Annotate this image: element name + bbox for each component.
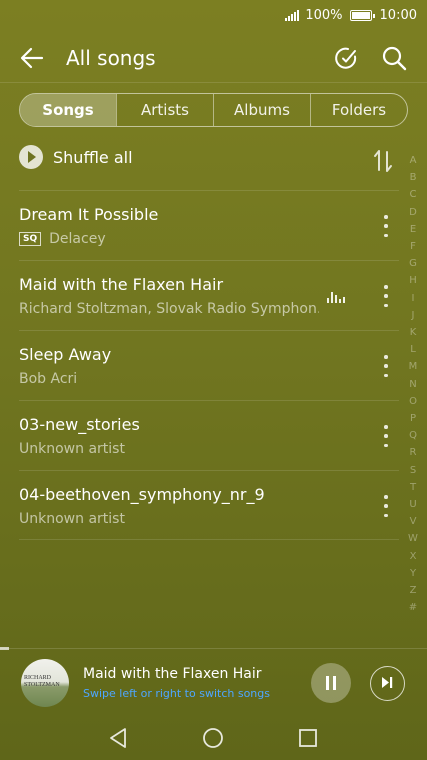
song-title: Maid with the Flaxen Hair <box>19 275 224 294</box>
song-artist-line: Bob Acri <box>19 371 77 387</box>
song-title: Sleep Away <box>19 345 112 364</box>
now-playing-title: Maid with the Flaxen Hair <box>83 666 262 682</box>
song-artist: Unknown artist <box>19 511 125 527</box>
category-tabs: Songs Artists Albums Folders <box>19 93 408 127</box>
nav-back-icon[interactable] <box>110 728 126 748</box>
nav-recents-icon[interactable] <box>299 729 317 747</box>
index-letter[interactable]: G <box>409 255 417 272</box>
clock: 10:00 <box>379 7 417 23</box>
song-artist: Richard Stoltzman, Slovak Radio Symphon… <box>19 301 319 317</box>
shuffle-all-label: Shuffle all <box>53 147 133 167</box>
more-vert-icon[interactable] <box>383 285 389 307</box>
index-letter[interactable]: T <box>410 479 416 496</box>
song-row[interactable]: 03-new_stories Unknown artist <box>19 400 399 470</box>
song-title: 03-new_stories <box>19 415 140 434</box>
nav-home-icon[interactable] <box>203 728 223 748</box>
pause-icon <box>326 676 329 690</box>
song-artist: Bob Acri <box>19 371 78 387</box>
song-list: Dream It Possible SQ Delacey Maid with t… <box>19 190 399 540</box>
index-letter[interactable]: R <box>410 444 417 461</box>
index-letter[interactable]: B <box>410 169 417 186</box>
search-icon[interactable] <box>380 44 408 72</box>
song-artist-line: SQ Delacey <box>19 231 106 247</box>
index-letter[interactable]: Z <box>410 582 417 599</box>
player-divider <box>0 648 427 649</box>
song-title: Dream It Possible <box>19 205 159 224</box>
more-vert-icon[interactable] <box>383 355 389 377</box>
song-artist-line: Richard Stoltzman, Slovak Radio Symphon… <box>19 301 319 317</box>
song-row[interactable]: Sleep Away Bob Acri <box>19 330 399 400</box>
index-letter[interactable]: V <box>410 513 417 530</box>
back-arrow-icon[interactable] <box>18 44 46 72</box>
song-artist-line: Unknown artist <box>19 441 125 457</box>
song-artist-line: Unknown artist <box>19 511 125 527</box>
more-vert-icon[interactable] <box>383 425 389 447</box>
next-button[interactable] <box>370 666 405 701</box>
equalizer-icon <box>327 291 345 303</box>
index-letter[interactable]: K <box>410 324 417 341</box>
index-letter[interactable]: M <box>409 358 418 375</box>
album-art-text: RICHARD STOLTZMAN <box>24 675 60 688</box>
battery-percent: 100% <box>305 7 343 23</box>
index-letter[interactable]: W <box>408 530 418 547</box>
song-artist: Unknown artist <box>19 441 125 457</box>
index-letter[interactable]: P <box>410 410 416 427</box>
shuffle-all-button[interactable]: Shuffle all <box>19 143 133 171</box>
signal-icon <box>285 9 300 21</box>
more-vert-icon[interactable] <box>383 215 389 237</box>
index-letter[interactable]: # <box>409 599 417 616</box>
edit-icon[interactable] <box>333 45 359 71</box>
play-icon <box>19 145 43 169</box>
index-letter[interactable]: Y <box>410 565 416 582</box>
battery-icon <box>349 9 375 21</box>
tab-folders[interactable]: Folders <box>310 94 407 126</box>
more-vert-icon[interactable] <box>383 495 389 517</box>
tab-artists[interactable]: Artists <box>116 94 213 126</box>
index-letter[interactable]: A <box>410 152 417 169</box>
index-letter[interactable]: E <box>410 221 416 238</box>
index-letter[interactable]: F <box>410 238 416 255</box>
swipe-hint: Swipe left or right to switch songs <box>83 687 270 700</box>
page-title: All songs <box>66 46 156 70</box>
index-letter[interactable]: S <box>410 462 416 479</box>
tab-albums[interactable]: Albums <box>213 94 310 126</box>
index-letter[interactable]: Q <box>409 427 417 444</box>
index-letter[interactable]: U <box>409 496 416 513</box>
song-artist: Delacey <box>49 231 106 247</box>
index-letter[interactable]: O <box>409 393 417 410</box>
alphabet-index[interactable]: A B C D E F G H I J K L M N O P Q R S T U V W X Y Z # <box>405 152 421 616</box>
sq-badge: SQ <box>19 232 42 246</box>
app-bar: All songs <box>0 38 427 78</box>
index-letter[interactable]: L <box>410 341 416 358</box>
index-letter[interactable]: N <box>409 376 416 393</box>
index-letter[interactable]: D <box>409 204 417 221</box>
header-divider <box>0 82 427 83</box>
album-art[interactable]: RICHARD STOLTZMAN <box>21 659 69 707</box>
mini-player[interactable]: RICHARD STOLTZMAN Maid with the Flaxen H… <box>0 650 427 718</box>
index-letter[interactable]: X <box>410 548 417 565</box>
song-title: 04-beethoven_symphony_nr_9 <box>19 485 265 504</box>
index-letter[interactable]: C <box>410 186 417 203</box>
status-bar: 100% 10:00 <box>0 0 427 30</box>
song-row[interactable]: Dream It Possible SQ Delacey <box>19 190 399 260</box>
index-letter[interactable]: H <box>409 272 417 289</box>
song-row[interactable]: Maid with the Flaxen Hair Richard Stoltz… <box>19 260 399 330</box>
sort-icon[interactable] <box>372 148 394 174</box>
song-row[interactable]: 04-beethoven_symphony_nr_9 Unknown artis… <box>19 470 399 540</box>
pause-button[interactable] <box>311 663 351 703</box>
index-letter[interactable]: J <box>412 307 415 324</box>
tab-songs[interactable]: Songs <box>20 94 116 126</box>
index-letter[interactable]: I <box>412 290 415 307</box>
system-nav-bar <box>110 728 317 748</box>
skip-next-icon <box>382 677 393 688</box>
